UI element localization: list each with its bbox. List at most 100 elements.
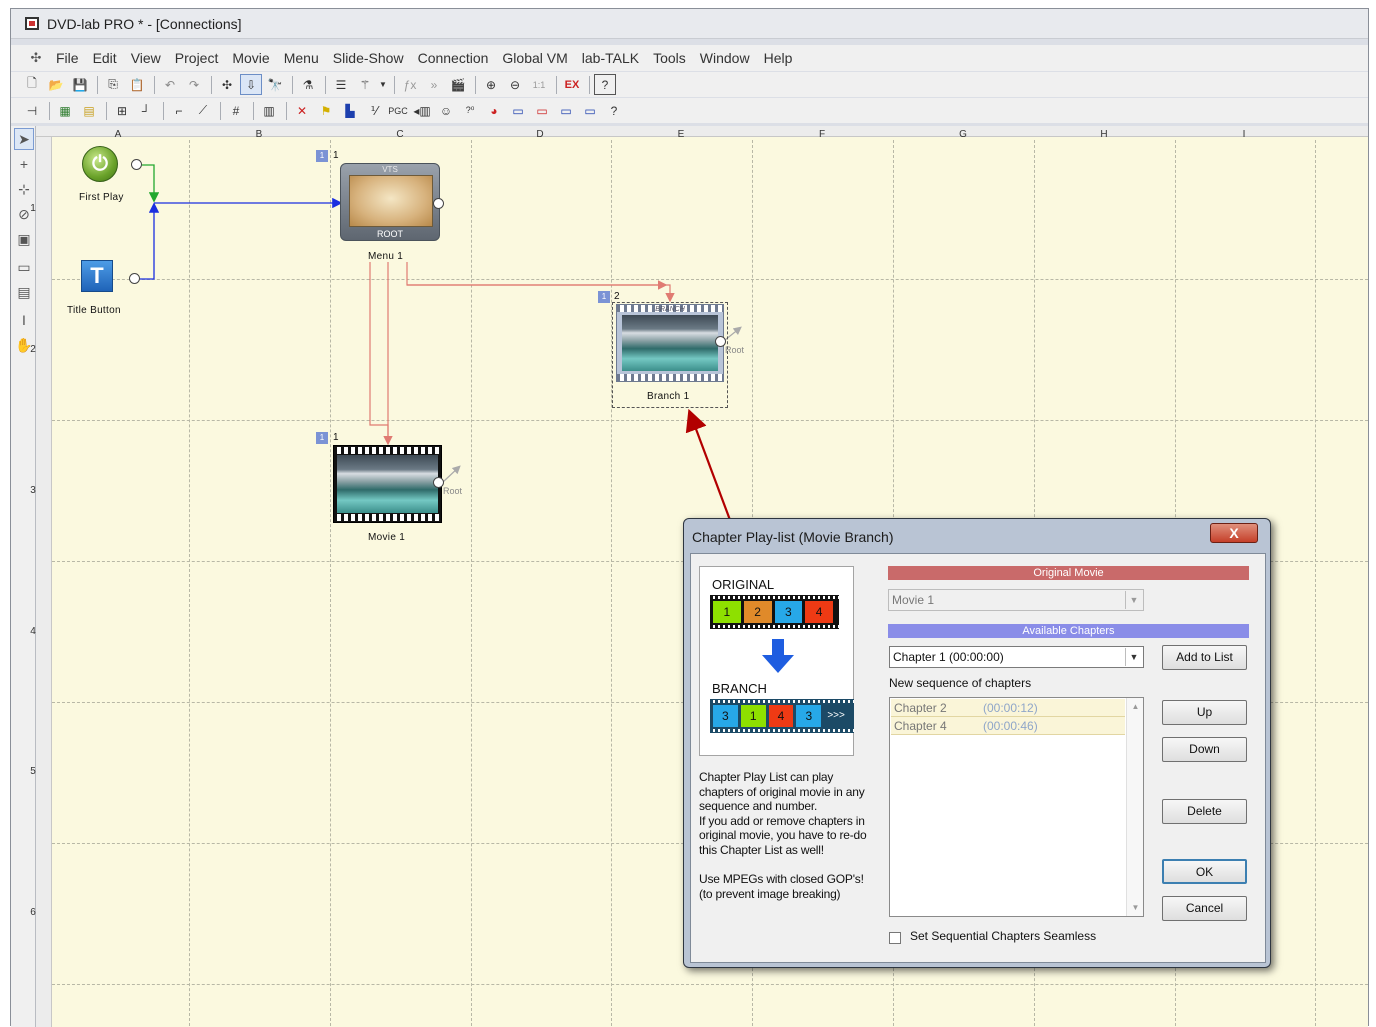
menu-view[interactable]: View bbox=[124, 50, 168, 66]
menu-node[interactable]: VTS ROOT bbox=[340, 163, 440, 241]
blue-link-icon[interactable]: ▙ bbox=[339, 100, 361, 121]
up-button[interactable]: Up bbox=[1162, 700, 1247, 725]
counter-icon[interactable]: ?⁰ bbox=[459, 100, 481, 121]
close-button[interactable]: X bbox=[1210, 523, 1258, 543]
column-label: G bbox=[959, 129, 967, 140]
color-flag-icon[interactable]: ⚑ bbox=[315, 100, 337, 121]
title-button-icon[interactable]: T bbox=[81, 260, 113, 292]
menu-global-vm[interactable]: Global VM bbox=[495, 50, 574, 66]
dropdown-arrow-icon[interactable]: ▼ bbox=[378, 74, 388, 95]
first-play-power-icon[interactable]: ⏻ bbox=[82, 146, 118, 182]
pie-icon[interactable]: ◕ bbox=[483, 100, 505, 121]
link-route-icon[interactable]: ⌐ bbox=[168, 100, 190, 121]
chapter-select[interactable]: Chapter 1 (00:00:00) ▼ bbox=[889, 646, 1144, 668]
chevron-down-icon[interactable]: ▼ bbox=[1125, 648, 1142, 666]
first-play-port[interactable] bbox=[131, 159, 142, 170]
new-sequence-label: New sequence of chapters bbox=[889, 676, 1032, 690]
import-icon[interactable]: ⇩ bbox=[240, 74, 262, 95]
list-item[interactable]: Chapter 4 (00:00:46) bbox=[891, 717, 1125, 735]
chevron-down-icon[interactable]: ▼ bbox=[1125, 591, 1142, 609]
menu-window[interactable]: Window bbox=[693, 50, 757, 66]
add-to-list-button[interactable]: Add to List bbox=[1162, 645, 1247, 670]
multi-connect-tool-icon[interactable]: ⊹ bbox=[14, 178, 34, 200]
zoom-out-icon[interactable]: ⊖ bbox=[504, 74, 526, 95]
zoom-1-1-icon[interactable]: 1:1 bbox=[528, 74, 550, 95]
um-icon[interactable]: ▭ bbox=[507, 100, 529, 121]
menu-slide-show[interactable]: Slide-Show bbox=[326, 50, 411, 66]
pin-icon[interactable]: ⊣ bbox=[21, 100, 43, 121]
menu-movie[interactable]: Movie bbox=[225, 50, 276, 66]
movie-node[interactable] bbox=[333, 445, 442, 523]
menu-link-tool-icon[interactable]: ▣ bbox=[14, 228, 34, 250]
list-item[interactable]: Chapter 2 (00:00:12) bbox=[891, 699, 1125, 717]
window-tool-icon[interactable]: ▤ bbox=[14, 281, 34, 303]
ok-button[interactable]: OK bbox=[1162, 859, 1247, 884]
pointer-tool-icon[interactable]: ➤ bbox=[14, 128, 34, 150]
illustration-panel: ORIGINAL 1 2 3 4 BRANCH 3 1 4 3 >>> bbox=[699, 566, 854, 756]
copy-icon[interactable]: ⎘ bbox=[102, 74, 124, 95]
tt-icon[interactable]: ▭ bbox=[555, 100, 577, 121]
mdi-system-icon[interactable]: ✣ bbox=[25, 49, 47, 67]
compile-icon[interactable]: ⚗ bbox=[297, 74, 319, 95]
dialog-title: Chapter Play-list (Movie Branch) bbox=[692, 529, 894, 545]
audio-icon[interactable]: ◂▥ bbox=[411, 100, 433, 121]
link-diagonal-icon[interactable]: ⟋ bbox=[192, 100, 214, 121]
menu-port[interactable] bbox=[433, 198, 444, 209]
list-scrollbar[interactable]: ▲ ▼ bbox=[1126, 698, 1143, 916]
open-folder-icon[interactable]: 📂 bbox=[45, 74, 67, 95]
menu-help[interactable]: Help bbox=[757, 50, 800, 66]
magic-wand-icon[interactable]: ⚚ bbox=[354, 74, 376, 95]
scroll-down-icon[interactable]: ▼ bbox=[1127, 899, 1144, 916]
fp-icon[interactable]: ▭ bbox=[579, 100, 601, 121]
save-icon[interactable]: 💾 bbox=[69, 74, 91, 95]
pgc-icon[interactable]: PGC bbox=[387, 100, 409, 121]
down-button[interactable]: Down bbox=[1162, 737, 1247, 762]
undo-icon[interactable]: ↶ bbox=[159, 74, 181, 95]
grid-hash-icon[interactable]: # bbox=[225, 100, 247, 121]
movie-select[interactable]: Movie 1 ▼ bbox=[888, 589, 1144, 611]
d-fx-icon[interactable]: » bbox=[423, 74, 445, 95]
yellow-grid-icon[interactable]: ▤ bbox=[78, 100, 100, 121]
pro-ex-icon[interactable]: EX bbox=[561, 74, 583, 95]
menu-menu[interactable]: Menu bbox=[277, 50, 326, 66]
connect-tool-icon[interactable]: + bbox=[14, 153, 34, 175]
grid-column-line bbox=[471, 140, 472, 1026]
menu-edit[interactable]: Edit bbox=[86, 50, 124, 66]
menu-file[interactable]: File bbox=[49, 50, 86, 66]
branch-node[interactable]: BRANCH bbox=[616, 304, 724, 382]
assistant-icon[interactable]: ? bbox=[603, 100, 625, 121]
new-file-icon[interactable]: 🗋 bbox=[21, 74, 43, 95]
seamless-checkbox[interactable] bbox=[889, 932, 901, 944]
column-label: A bbox=[114, 129, 122, 140]
fx-icon[interactable]: ƒx bbox=[399, 74, 421, 95]
zoom-in-icon[interactable]: ⊕ bbox=[480, 74, 502, 95]
scroll-up-icon[interactable]: ▲ bbox=[1127, 698, 1144, 715]
clapper-icon[interactable]: 🎬 bbox=[447, 74, 469, 95]
delete-button[interactable]: Delete bbox=[1162, 799, 1247, 824]
chapter-link-icon[interactable]: ⅟ bbox=[363, 100, 385, 121]
connections-icon[interactable]: ✣ bbox=[216, 74, 238, 95]
menu-tools[interactable]: Tools bbox=[646, 50, 693, 66]
original-cell: 1 bbox=[713, 601, 741, 623]
film-icon[interactable]: ▥ bbox=[258, 100, 280, 121]
list-icon[interactable]: ☰ bbox=[330, 74, 352, 95]
find-icon[interactable]: 🔭 bbox=[264, 74, 286, 95]
corner-icon[interactable]: ┘ bbox=[135, 100, 157, 121]
help-icon[interactable]: ? bbox=[594, 74, 616, 95]
title-button-port[interactable] bbox=[129, 273, 140, 284]
menu-lab-talk[interactable]: lab-TALK bbox=[575, 50, 646, 66]
at-icon[interactable]: ▭ bbox=[531, 100, 553, 121]
sequence-list[interactable]: Chapter 2 (00:00:12) Chapter 4 (00:00:46… bbox=[889, 697, 1144, 917]
cancel-button[interactable]: Cancel bbox=[1162, 896, 1247, 921]
table-icon[interactable]: ▦ bbox=[54, 100, 76, 121]
title-bar: DVD-lab PRO * - [Connections] bbox=[11, 9, 1368, 39]
paste-icon[interactable]: 📋 bbox=[126, 74, 148, 95]
text-tool-icon[interactable]: I bbox=[14, 309, 34, 331]
menu-connection[interactable]: Connection bbox=[411, 50, 496, 66]
select-rect-tool-icon[interactable]: ▭ bbox=[14, 256, 34, 278]
layout-icon[interactable]: ⊞ bbox=[111, 100, 133, 121]
redo-icon[interactable]: ↷ bbox=[183, 74, 205, 95]
emoji-icon[interactable]: ☺ bbox=[435, 100, 457, 121]
menu-project[interactable]: Project bbox=[168, 50, 226, 66]
delete-link-icon[interactable]: ✕ bbox=[291, 100, 313, 121]
